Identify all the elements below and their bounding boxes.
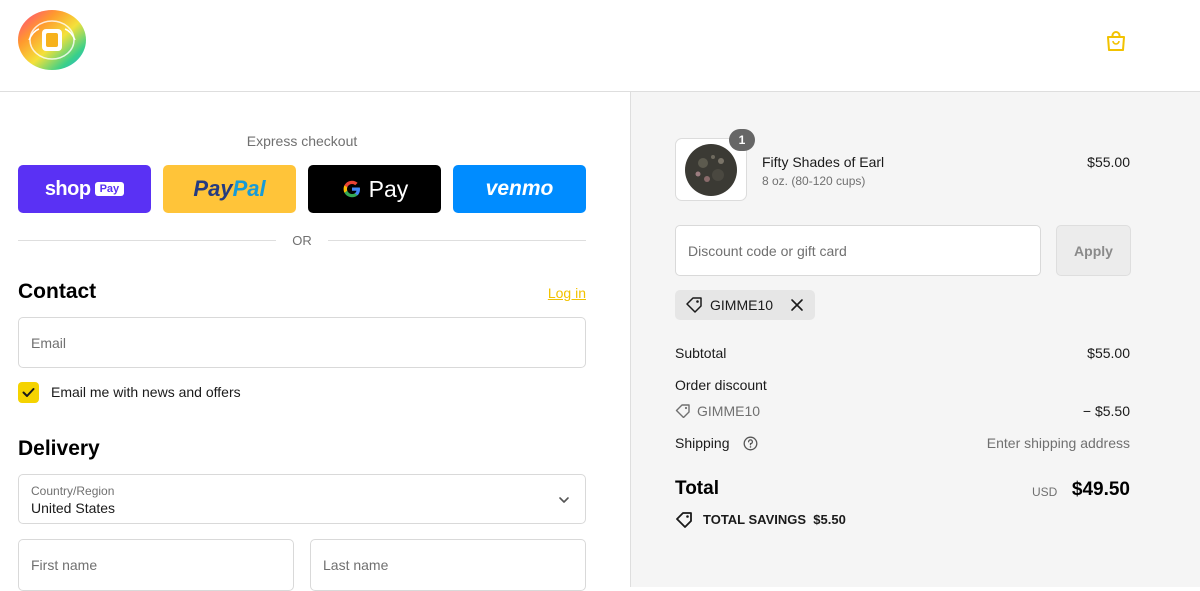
paypal-wordmark: PayPal [193,176,266,201]
contact-heading: Contact [18,280,97,303]
discount-code-line: GIMME10 [697,403,761,419]
discount-code-input[interactable] [676,226,1040,275]
shipping-label: Shipping [675,435,730,451]
apply-discount-button[interactable]: Apply [1056,225,1131,276]
applied-code: GIMME10 [710,297,774,313]
country-select[interactable]: Country/Region United States [18,474,586,524]
product-name: Fifty Shades of Earl [762,154,885,170]
last-name-input[interactable] [311,540,585,590]
currency-code: USD [1032,485,1058,499]
newsletter-checkbox[interactable] [18,382,39,403]
subtotal-label: Subtotal [675,345,727,361]
venmo-button[interactable]: venmo [453,165,586,213]
venmo-wordmark: venmo [485,177,554,200]
discount-value: − $5.50 [1082,403,1130,419]
subtotal-value: $55.00 [1087,345,1130,361]
checkmark-icon [22,388,35,397]
total-value: $49.50 [1071,479,1130,500]
newsletter-label: Email me with news and offers [51,384,241,400]
google-g-icon [343,180,360,198]
checkout-form: Express checkout shop Pay PayPal Pay ven… [0,92,630,591]
delivery-heading: Delivery [18,437,100,460]
last-name-field[interactable] [310,539,586,591]
shop-pay-badge: Pay [94,182,125,196]
applied-discount-chip: GIMME10 [675,290,815,320]
total-savings: TOTAL SAVINGS $5.50 [703,512,846,527]
or-divider-label: OR [292,233,312,248]
divider-right [328,240,586,241]
google-pay-button[interactable]: Pay [308,165,441,213]
tag-icon [675,404,690,418]
shop-pay-button[interactable]: shop Pay [18,165,151,213]
help-icon[interactable] [743,436,758,451]
tag-icon [686,297,702,313]
divider-left [18,240,276,241]
order-discount-label: Order discount [675,377,767,393]
logo[interactable] [17,9,87,71]
close-icon[interactable] [788,296,806,314]
paypal-button[interactable]: PayPal [163,165,296,213]
first-name-input[interactable] [19,540,293,590]
order-summary: 1 Fifty Shades of Earl 8 oz. (80-120 cup… [630,92,1200,587]
country-value: United States [31,500,116,516]
product-variant: 8 oz. (80-120 cups) [762,174,866,188]
google-pay-wordmark: Pay [368,175,409,202]
first-name-field[interactable] [18,539,294,591]
chevron-down-icon [559,497,569,503]
express-checkout-label: Express checkout [246,133,358,149]
country-caption: Country/Region [31,484,115,498]
total-savings-value: $5.50 [813,512,846,527]
quantity-badge: 1 [729,129,755,151]
total-label: Total [675,478,719,499]
discount-code-field[interactable] [675,225,1041,276]
discount-input-wrap[interactable] [676,226,1040,275]
header [0,0,1200,92]
shop-pay-wordmark: shop [44,177,91,200]
email-input[interactable] [19,318,585,367]
total-savings-label: TOTAL SAVINGS [703,512,807,527]
savings-tag-icon [676,512,692,528]
shopping-bag-icon[interactable] [1104,29,1128,53]
email-field[interactable] [18,317,586,368]
login-link[interactable]: Log in [528,285,586,301]
shipping-value: Enter shipping address [986,435,1130,451]
product-price: $55.00 [1087,154,1130,170]
